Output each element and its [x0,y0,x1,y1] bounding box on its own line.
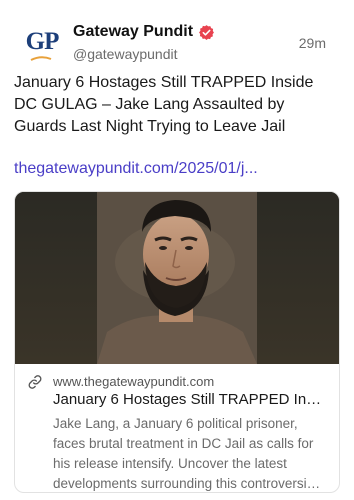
card-title: January 6 Hostages Still TRAPPED Inside … [53,391,327,408]
link-preview-card[interactable]: www.thegatewaypundit.com January 6 Hosta… [14,191,340,493]
post-text: January 6 Hostages Still TRAPPED Inside … [14,74,314,135]
display-name[interactable]: Gateway Pundit [73,22,193,42]
card-photo [15,192,339,364]
timestamp: 29m [298,35,326,51]
card-body: www.thegatewaypundit.com January 6 Hosta… [15,364,339,492]
card-domain: www.thegatewaypundit.com [53,374,215,389]
verified-badge-icon [199,24,214,40]
card-description: Jake Lang, a January 6 political prisone… [53,416,318,491]
avatar-logo-text: GP [25,28,60,55]
post-link[interactable]: thegatewaypundit.com/2025/01/j... [14,158,340,180]
post: GP Gateway Pundit @gatewaypundit 29m Jan… [0,0,354,500]
avatar-swoosh-icon [30,56,52,61]
author-names: Gateway Pundit @gatewaypundit [73,22,215,63]
post-header: GP Gateway Pundit @gatewaypundit 29m [14,0,340,72]
avatar[interactable]: GP [22,28,62,62]
handle[interactable]: @gatewaypundit [73,45,215,63]
link-icon [28,375,42,389]
card-image [15,192,339,364]
